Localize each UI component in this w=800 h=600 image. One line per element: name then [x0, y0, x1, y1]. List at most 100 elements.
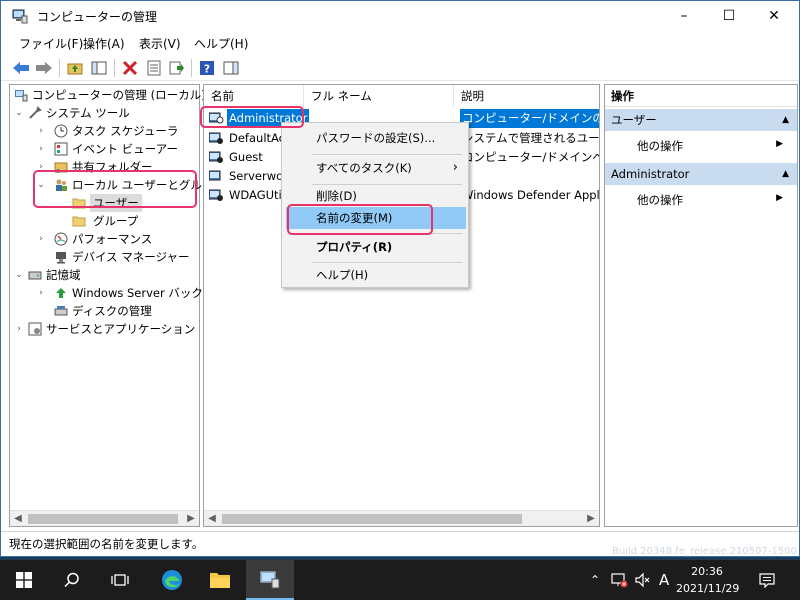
export-icon	[169, 61, 184, 75]
highlight-box-administrator	[200, 106, 304, 128]
menu-file[interactable]: ファイル(F)	[19, 35, 83, 52]
backup-icon	[56, 288, 66, 298]
user-description: コンピューター/ドメインの管理用	[460, 109, 599, 128]
help-button[interactable]: ?	[197, 58, 217, 78]
column-header-fullname[interactable]: フル ネーム	[304, 85, 454, 107]
chevron-up-icon[interactable]: ⌃	[590, 573, 600, 587]
export-list-button[interactable]	[167, 58, 187, 78]
show-action-pane-button[interactable]	[221, 58, 241, 78]
menu-bar: ファイル(F) 操作(A) 表示(V) ヘルプ(H)	[1, 32, 799, 54]
menu-help[interactable]: ヘルプ(H)	[194, 35, 248, 52]
scroll-right-icon[interactable]: ▶	[183, 511, 199, 527]
list-horizontal-scrollbar[interactable]: ◀ ▶	[204, 510, 599, 526]
console-tree-icon	[91, 61, 107, 75]
chevron-right-icon: ›	[452, 160, 458, 175]
user-description: Windows Defender Applic	[462, 188, 599, 202]
computer-management-icon	[260, 571, 280, 589]
device-manager-icon	[56, 252, 66, 264]
clock-icon	[54, 124, 68, 138]
show-hidden-icons-button[interactable]: ⌃	[590, 560, 600, 600]
up-folder-button[interactable]	[65, 58, 85, 78]
computer-management-icon	[12, 9, 28, 24]
tools-icon	[29, 106, 42, 119]
show-hide-tree-button[interactable]	[89, 58, 109, 78]
clock-date: 2021/11/29	[676, 582, 740, 595]
chevron-right-icon[interactable]: ›	[36, 230, 46, 248]
tree-label: システム ツール	[46, 106, 130, 120]
menu-item-help[interactable]: ヘルプ(H)	[282, 264, 468, 286]
actions-section-users[interactable]: ユーザー ▲	[605, 109, 797, 131]
notifications-button[interactable]	[758, 560, 776, 600]
back-arrow-icon	[13, 62, 29, 74]
network-disconnected-icon	[611, 573, 628, 588]
chevron-right-icon[interactable]: ›	[36, 284, 46, 302]
forward-button[interactable]	[34, 58, 54, 78]
menu-item-properties[interactable]: プロパティ(R)	[282, 236, 468, 258]
search-button[interactable]	[48, 560, 96, 600]
chevron-right-icon[interactable]: ›	[36, 122, 46, 140]
menu-item-set-password[interactable]: パスワードの設定(S)...	[282, 127, 468, 149]
volume-button[interactable]	[634, 560, 652, 600]
other-actions-users[interactable]: 他の操作	[637, 138, 683, 154]
column-header-description[interactable]: 説明	[454, 85, 599, 107]
properties-icon	[147, 60, 161, 76]
back-button[interactable]	[11, 58, 31, 78]
scrollbar-thumb[interactable]	[222, 514, 522, 524]
close-button[interactable]: ✕	[751, 1, 797, 31]
tree-label: サービスとアプリケーション	[46, 322, 196, 336]
chevron-right-icon[interactable]: ›	[14, 320, 24, 338]
tree-label: ディスクの管理	[72, 304, 152, 318]
scroll-left-icon[interactable]: ◀	[204, 511, 220, 527]
chevron-down-icon[interactable]: ⌄	[14, 104, 24, 122]
highlight-box-rename	[287, 204, 433, 235]
submenu-arrow-icon: ▶	[776, 193, 783, 203]
menu-item-label: すべてのタスク(K)	[316, 161, 412, 175]
edge-button[interactable]	[148, 560, 196, 600]
column-header-name[interactable]: 名前	[204, 85, 304, 107]
file-explorer-button[interactable]	[196, 560, 244, 600]
folder-icon	[72, 216, 86, 227]
task-view-icon	[111, 574, 129, 586]
clock[interactable]: 20:36 2021/11/29	[676, 563, 740, 597]
tree-label: パフォーマンス	[72, 232, 153, 246]
scroll-left-icon[interactable]: ◀	[10, 511, 26, 527]
tree-horizontal-scrollbar[interactable]: ◀ ▶	[10, 510, 199, 526]
start-button[interactable]	[0, 560, 48, 600]
network-button[interactable]	[610, 560, 628, 600]
user-icon	[209, 151, 223, 163]
task-view-button[interactable]	[96, 560, 144, 600]
chevron-right-icon[interactable]: ›	[36, 140, 46, 158]
toolbar: ?	[1, 55, 799, 81]
title-bar: コンピューターの管理 – ☐ ✕	[1, 1, 799, 31]
edge-browser-icon	[162, 570, 182, 590]
user-icon	[209, 189, 223, 201]
properties-button[interactable]	[144, 58, 164, 78]
submenu-arrow-icon: ▶	[776, 139, 783, 149]
menu-item-all-tasks[interactable]: すべてのタスク(K) ›	[282, 157, 468, 179]
delete-button[interactable]	[120, 58, 140, 78]
help-icon: ?	[200, 61, 214, 76]
tree-label: Windows Server バックア	[72, 286, 215, 300]
tree-label: デバイス マネージャー	[72, 250, 190, 264]
scroll-right-icon[interactable]: ▶	[583, 511, 599, 527]
folder-up-icon	[67, 63, 83, 75]
menu-view[interactable]: 表示(V)	[139, 35, 181, 52]
minimize-button[interactable]: –	[661, 1, 707, 31]
user-icon	[209, 170, 221, 181]
folder-icon	[210, 573, 230, 588]
scrollbar-thumb[interactable]	[28, 514, 178, 524]
actions-section-administrator[interactable]: Administrator ▲	[605, 163, 797, 185]
collapse-icon[interactable]: ▲	[782, 163, 789, 185]
collapse-icon[interactable]: ▲	[782, 109, 789, 131]
storage-icon	[28, 271, 42, 280]
menu-action[interactable]: 操作(A)	[83, 35, 125, 52]
ime-indicator[interactable]: A	[659, 560, 669, 600]
volume-muted-icon	[635, 572, 650, 588]
action-pane-icon	[223, 61, 239, 75]
tree-label: 記憶域	[46, 268, 81, 282]
chevron-down-icon[interactable]: ⌄	[14, 266, 24, 284]
computer-management-taskbar-button[interactable]	[246, 560, 294, 600]
other-actions-administrator[interactable]: 他の操作	[637, 192, 683, 208]
maximize-button[interactable]: ☐	[706, 1, 752, 31]
actions-pane: 操作 ユーザー ▲ 他の操作 ▶ Administrator ▲ 他の操作 ▶	[604, 84, 798, 527]
